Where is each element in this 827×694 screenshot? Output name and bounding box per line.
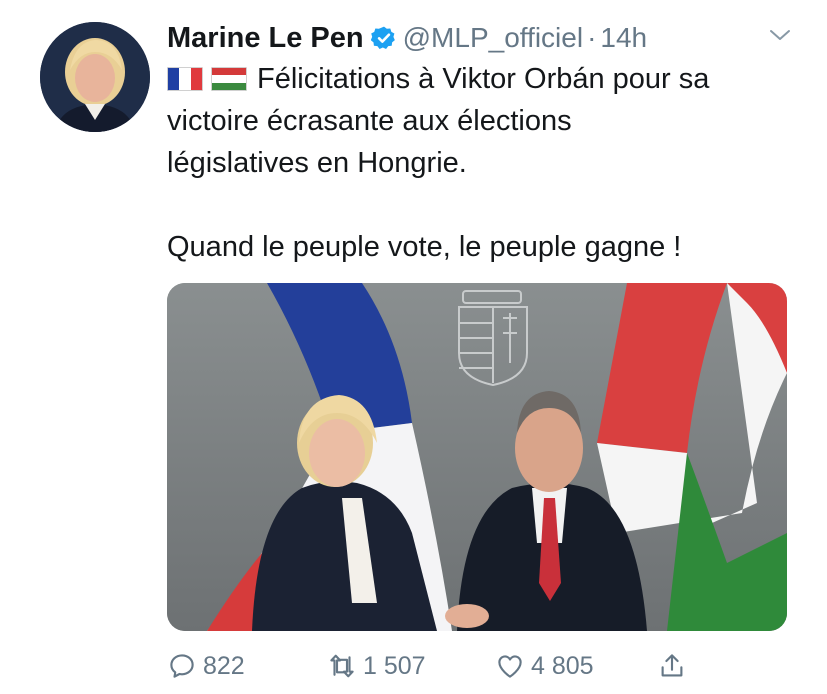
retweet-count: 1 507 bbox=[363, 651, 426, 680]
retweet-button[interactable]: 1 507 bbox=[327, 646, 426, 686]
hungary-flag-icon bbox=[211, 67, 247, 91]
reply-icon bbox=[170, 654, 194, 678]
tweet-text-line: victoire écrasante aux élections bbox=[167, 105, 572, 137]
tweet-header: Marine Le Pen @MLP_officiel · 14h bbox=[167, 18, 647, 58]
tweet-text-line: Quand le peuple vote, le peuple gagne ! bbox=[167, 231, 682, 263]
tweet-text-line: législatives en Hongrie. bbox=[167, 147, 467, 179]
share-button[interactable] bbox=[657, 646, 693, 686]
france-flag-icon bbox=[167, 67, 203, 91]
reply-button[interactable]: 822 bbox=[167, 646, 245, 686]
verified-badge-icon bbox=[370, 26, 395, 49]
like-button[interactable]: 4 805 bbox=[495, 646, 594, 686]
author-handle[interactable]: @MLP_officiel bbox=[403, 22, 583, 54]
share-icon bbox=[661, 654, 683, 677]
author-avatar[interactable] bbox=[40, 22, 150, 132]
tweet-actions: 822 1 507 4 805 bbox=[167, 646, 707, 686]
heart-icon bbox=[498, 655, 522, 678]
header-separator: · bbox=[587, 22, 597, 53]
photo-illustration bbox=[167, 283, 787, 631]
chevron-down-icon[interactable] bbox=[768, 26, 792, 44]
like-count: 4 805 bbox=[531, 651, 594, 680]
avatar-photo bbox=[40, 22, 150, 132]
author-name[interactable]: Marine Le Pen bbox=[167, 22, 364, 55]
retweet-icon bbox=[330, 654, 354, 678]
tweet-text-line: Félicitations à Viktor Orbán pour sa bbox=[167, 58, 807, 100]
tweet-text-segment: Félicitations à Viktor Orbán pour sa bbox=[257, 63, 710, 95]
tweet-text: Félicitations à Viktor Orbán pour sa vic… bbox=[167, 58, 807, 268]
tweet-timestamp[interactable]: 14h bbox=[600, 22, 647, 54]
tweet-photo[interactable] bbox=[167, 283, 787, 631]
reply-count: 822 bbox=[203, 651, 245, 680]
